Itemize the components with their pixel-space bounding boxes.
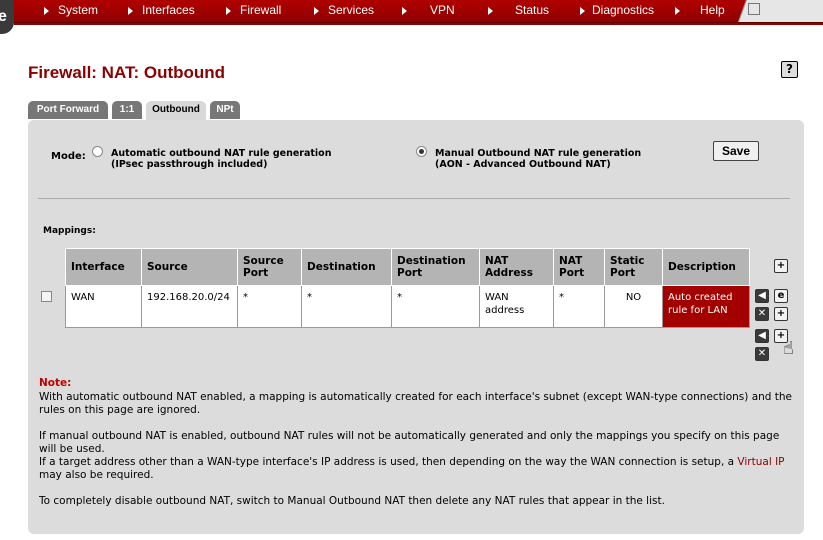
table-header-row: Interface Source Source Port Destination … [65, 248, 750, 286]
nav-item-services[interactable]: Services [328, 3, 374, 19]
nav-arrow-icon [314, 7, 319, 15]
cell-destination: * [301, 285, 392, 328]
cell-static-port: NO [604, 285, 663, 328]
logo: e [0, 0, 14, 34]
col-source-port: Source Port [237, 248, 302, 286]
add-icon[interactable]: + [774, 307, 788, 321]
nav-item-firewall[interactable]: Firewall [240, 3, 281, 19]
col-static-port: Static Port [604, 248, 663, 286]
col-source: Source [141, 248, 238, 286]
radio-automatic-label-line1: Automatic outbound NAT rule generation [111, 148, 332, 159]
nav-item-diagnostics[interactable]: Diagnostics [592, 3, 654, 19]
add-icon[interactable]: + [774, 259, 788, 273]
nav-arrow-icon [488, 7, 493, 15]
cell-destination-port: * [391, 285, 480, 328]
hand-cursor-icon: ☝ [783, 338, 794, 359]
tab-1-1[interactable]: 1:1 [112, 101, 142, 119]
move-icon[interactable]: ◀ [755, 289, 769, 303]
col-destination-port: Destination Port [391, 248, 480, 286]
radio-manual-label-line2: (AON - Advanced Outbound NAT) [435, 159, 611, 170]
nav-item-system[interactable]: System [58, 3, 98, 19]
help-icon[interactable]: ? [781, 61, 798, 78]
nav-arrow-icon [128, 7, 133, 15]
note-title: Note: [39, 377, 72, 389]
header-rule [14, 23, 823, 25]
move-end-icon[interactable]: ◀ [755, 329, 769, 343]
note-paragraph-3: If a target address other than a WAN-typ… [39, 456, 785, 481]
table-row[interactable]: WAN 192.168.20.0/24 * * * WAN address * N… [65, 285, 750, 328]
nav-arrow-icon [675, 7, 680, 15]
row-select-checkbox[interactable] [41, 291, 52, 302]
note-paragraph-1: With automatic outbound NAT enabled, a m… [39, 391, 793, 416]
cell-source-port: * [237, 285, 302, 328]
nav-arrow-icon [226, 7, 231, 15]
radio-manual-label-line1: Manual Outbound NAT rule generation [435, 148, 642, 159]
note-paragraph-2: If manual outbound NAT is enabled, outbo… [39, 430, 780, 455]
col-nat-address: NAT Address [479, 248, 554, 286]
cell-nat-address: WAN address [479, 285, 554, 328]
radio-automatic-label-line2: (IPsec passthrough included) [111, 159, 268, 170]
radio-manual-nat[interactable] [416, 146, 427, 157]
nav-item-interfaces[interactable]: Interfaces [142, 3, 195, 19]
nav-item-status[interactable]: Status [515, 3, 549, 19]
cell-nat-port: * [553, 285, 605, 328]
tab-npt[interactable]: NPt [210, 101, 240, 119]
nav-arrow-icon [580, 7, 585, 15]
network-icon [748, 3, 760, 15]
save-button[interactable]: Save [713, 141, 759, 161]
logo-glyph: e [0, 8, 7, 25]
cell-interface: WAN [65, 285, 142, 328]
nav-arrow-icon [402, 7, 407, 15]
divider [38, 198, 790, 199]
delete-selected-icon[interactable]: ✕ [755, 347, 769, 361]
col-destination: Destination [301, 248, 392, 286]
mode-label: Mode: [51, 151, 86, 162]
note-paragraph-4: To completely disable outbound NAT, swit… [39, 495, 665, 507]
nav-item-help[interactable]: Help [700, 3, 725, 19]
mappings-table: Interface Source Source Port Destination … [65, 248, 750, 328]
col-description: Description [662, 248, 750, 286]
radio-automatic-nat[interactable] [92, 146, 103, 157]
top-nav-bar: System Interfaces Firewall Services VPN … [0, 0, 823, 23]
col-interface: Interface [65, 248, 142, 286]
edit-icon[interactable]: e [774, 289, 788, 303]
virtual-ip-link[interactable]: Virtual IP [737, 456, 784, 468]
cell-source: 192.168.20.0/24 [141, 285, 238, 328]
nav-item-vpn[interactable]: VPN [430, 3, 455, 19]
delete-icon[interactable]: ✕ [755, 307, 769, 321]
cell-description: Auto created rule for LAN [662, 285, 750, 328]
tab-outbound[interactable]: Outbound [146, 101, 206, 121]
tab-port-forward[interactable]: Port Forward [28, 101, 108, 119]
mappings-label: Mappings: [43, 226, 96, 236]
nav-right-panel [748, 3, 823, 19]
nav-arrow-icon [44, 7, 49, 15]
page-title: Firewall: NAT: Outbound [28, 63, 226, 82]
col-nat-port: NAT Port [553, 248, 605, 286]
